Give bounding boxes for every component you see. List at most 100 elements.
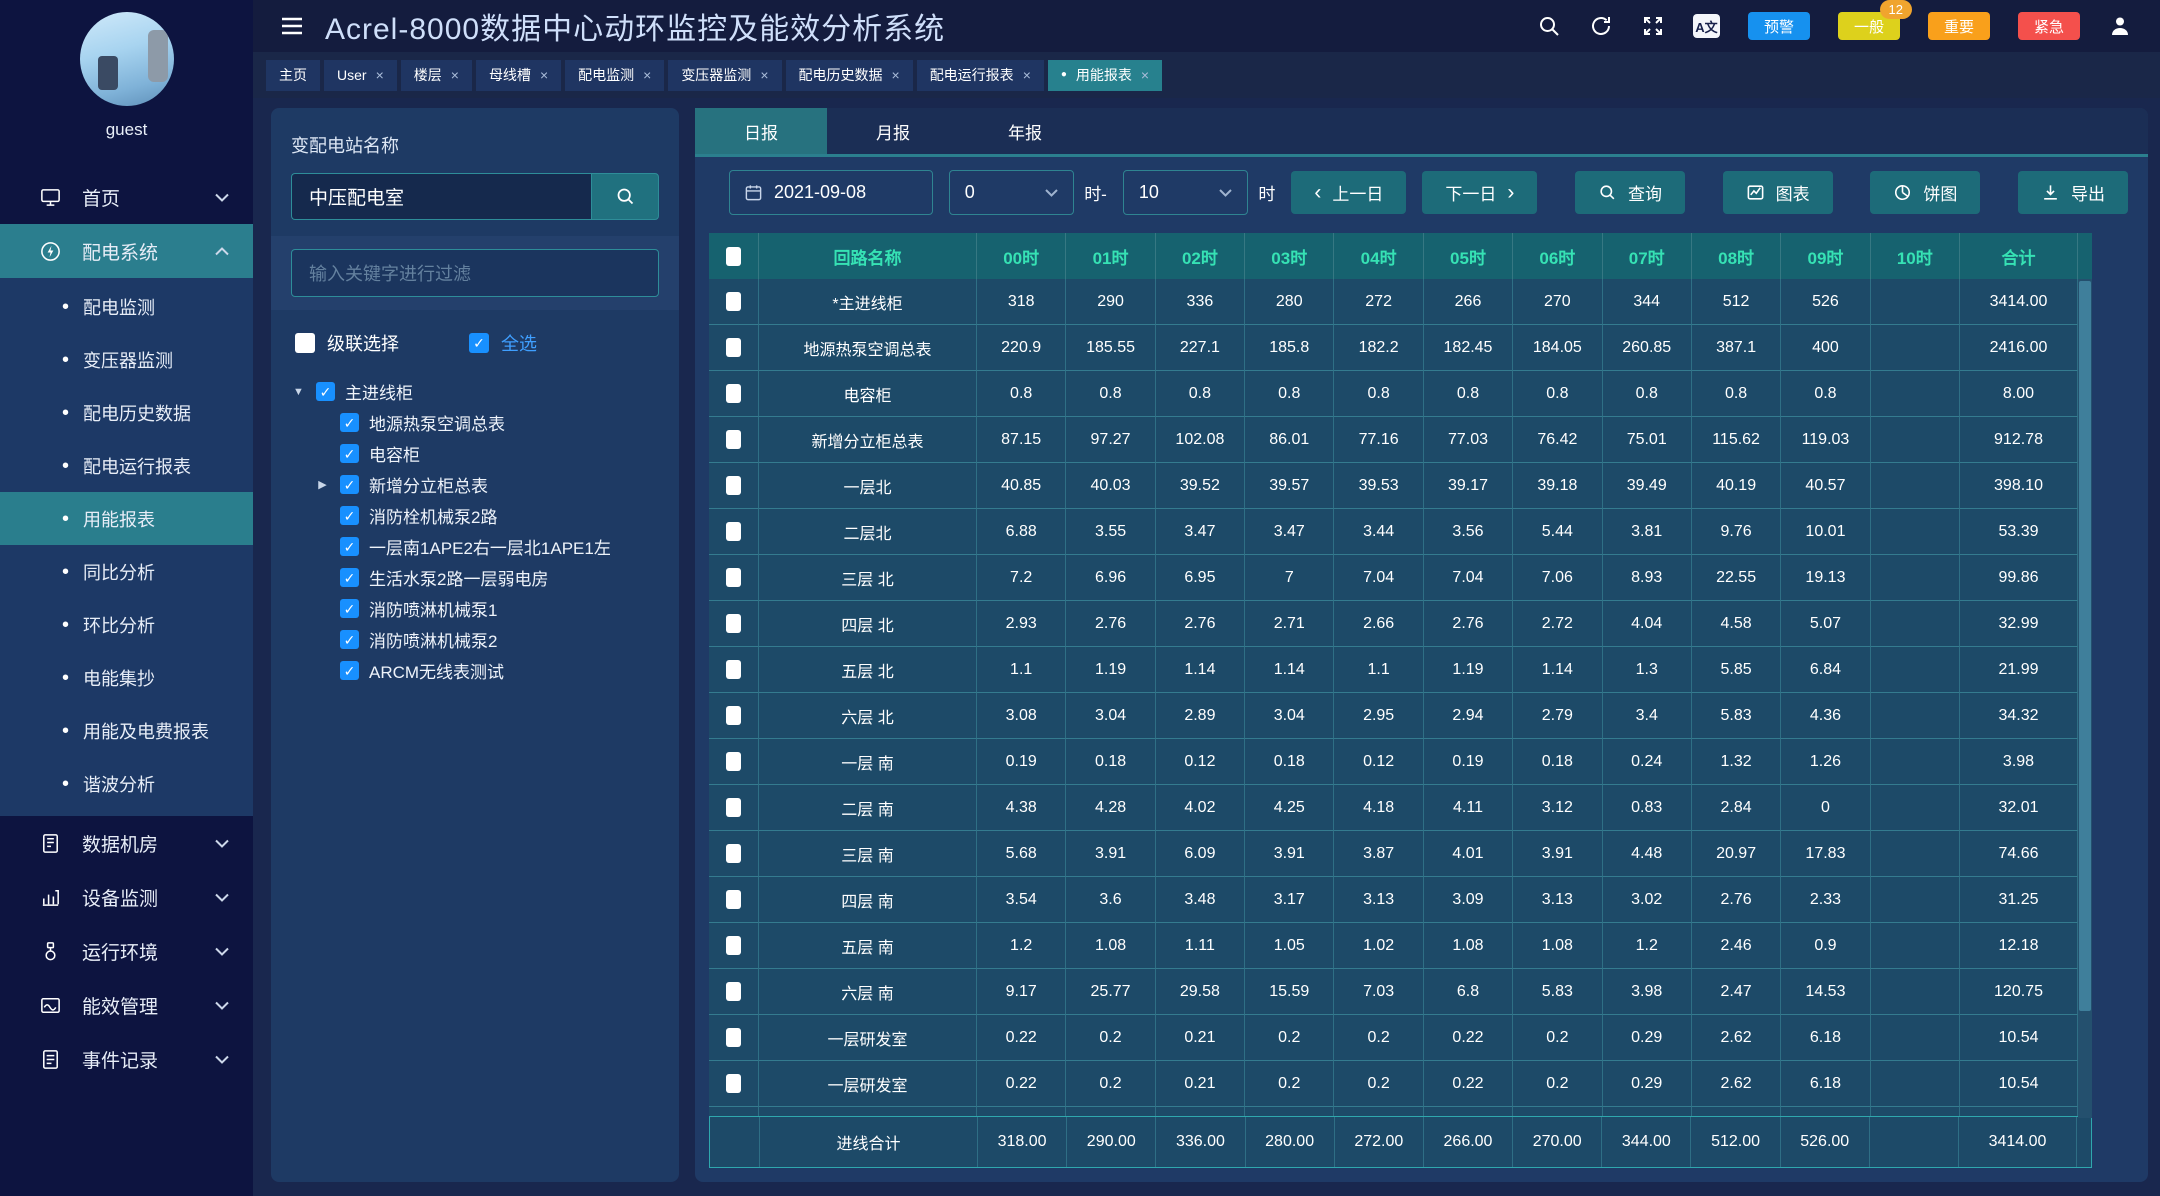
row-checkbox[interactable] [726,706,741,725]
close-icon[interactable]: × [1141,68,1149,82]
submenu-item-0[interactable]: •配电监测 [0,280,253,333]
submenu-item-9[interactable]: •谐波分析 [0,757,253,810]
tree-node-checkbox[interactable]: ✓ [340,661,359,680]
row-checkbox[interactable] [726,568,741,587]
alarm-button-预警[interactable]: 预警 [1748,12,1810,40]
close-icon[interactable]: × [643,68,651,82]
close-icon[interactable]: × [376,68,384,82]
workspace-tab-0[interactable]: 主页 [266,60,320,91]
submenu-item-7[interactable]: •电能集抄 [0,651,253,704]
sidebar-item-4[interactable]: 运行环境 [0,924,253,978]
refresh-icon[interactable] [1589,14,1613,38]
row-checkbox[interactable] [726,982,741,1001]
close-icon[interactable]: × [760,68,768,82]
pie-chart-button[interactable]: 饼图 [1870,171,1980,214]
fullscreen-icon[interactable] [1641,14,1665,38]
header-checkbox[interactable] [726,247,741,266]
submenu-item-4[interactable]: •用能报表 [0,492,253,545]
hamburger-menu-icon[interactable] [279,16,305,36]
row-checkbox[interactable] [726,430,741,449]
workspace-tab-6[interactable]: 配电历史数据× [786,60,913,91]
sidebar-item-3[interactable]: 设备监测 [0,870,253,924]
tree-node-5[interactable]: ✓生活水泵2路一层弱电房 [315,562,659,593]
next-day-button[interactable]: 下一日 › [1422,171,1537,214]
tree-node-checkbox[interactable]: ✓ [340,506,359,525]
close-icon[interactable]: × [540,68,548,82]
date-picker[interactable]: 2021-09-08 [729,170,933,215]
tree-node-checkbox[interactable]: ✓ [340,599,359,618]
row-checkbox[interactable] [726,338,741,357]
station-search-input[interactable]: 中压配电室 [291,173,591,220]
close-icon[interactable]: × [892,68,900,82]
submenu-item-3[interactable]: •配电运行报表 [0,439,253,492]
alarm-button-紧急[interactable]: 紧急 [2018,12,2080,40]
row-checkbox[interactable] [726,660,741,679]
report-tab-1[interactable]: 月报 [827,108,959,154]
submenu-item-2[interactable]: •配电历史数据 [0,386,253,439]
station-search-button[interactable] [591,173,659,220]
close-icon[interactable]: × [451,68,459,82]
tree-node-checkbox[interactable]: ✓ [340,475,359,494]
sidebar-item-2[interactable]: 数据机房 [0,816,253,870]
alarm-button-重要[interactable]: 重要 [1928,12,1990,40]
hour-end-select[interactable]: 10 [1123,170,1248,215]
workspace-tab-2[interactable]: 楼层× [401,60,472,91]
tree-node-checkbox[interactable]: ✓ [340,568,359,587]
workspace-tab-5[interactable]: 变压器监测× [668,60,781,91]
row-checkbox[interactable] [726,1074,741,1093]
workspace-tab-7[interactable]: 配电运行报表× [917,60,1044,91]
tree-node-checkbox[interactable]: ✓ [340,444,359,463]
tree-node-0[interactable]: ✓地源热泵空调总表 [315,407,659,438]
tree-root-node[interactable]: ▼ ✓ 主进线柜 [291,376,659,407]
select-all-checkbox[interactable]: ✓ [469,333,489,353]
tree-node-checkbox[interactable]: ✓ [340,537,359,556]
prev-day-button[interactable]: ‹ 上一日 [1291,171,1406,214]
row-checkbox[interactable] [726,844,741,863]
report-tab-2[interactable]: 年报 [959,108,1091,154]
workspace-tab-3[interactable]: 母线槽× [476,60,561,91]
row-checkbox[interactable] [726,476,741,495]
submenu-item-1[interactable]: •变压器监测 [0,333,253,386]
row-checkbox[interactable] [726,522,741,541]
caret-right-icon[interactable]: ▶ [315,478,330,491]
tree-node-checkbox[interactable]: ✓ [340,630,359,649]
tree-node-4[interactable]: ✓一层南1APE2右一层北1APE1左 [315,531,659,562]
tree-node-8[interactable]: ✓ARCM无线表测试 [315,655,659,686]
caret-down-icon[interactable]: ▼ [291,386,306,398]
tree-node-2[interactable]: ▶✓新增分立柜总表 [315,469,659,500]
submenu-item-5[interactable]: •同比分析 [0,545,253,598]
sidebar-item-6[interactable]: 事件记录 [0,1032,253,1086]
translate-icon[interactable]: A文 [1693,14,1720,38]
cascade-checkbox[interactable] [295,333,315,353]
sidebar-item-5[interactable]: 能效管理 [0,978,253,1032]
close-icon[interactable]: × [1023,68,1031,82]
search-icon[interactable] [1537,14,1561,38]
keyword-filter-input[interactable]: 输入关键字进行过滤 [291,249,659,297]
tree-node-6[interactable]: ✓消防喷淋机械泵1 [315,593,659,624]
tree-node-7[interactable]: ✓消防喷淋机械泵2 [315,624,659,655]
tree-node-1[interactable]: ✓电容柜 [315,438,659,469]
workspace-tab-8[interactable]: ●用能报表× [1048,60,1162,91]
workspace-tab-1[interactable]: User× [324,60,397,91]
row-checkbox[interactable] [726,614,741,633]
export-button[interactable]: 导出 [2018,171,2128,214]
tree-node-3[interactable]: ✓消防栓机械泵2路 [315,500,659,531]
row-checkbox[interactable] [726,936,741,955]
avatar[interactable] [80,12,174,106]
tree-root-checkbox[interactable]: ✓ [316,382,335,401]
tree-node-checkbox[interactable]: ✓ [340,413,359,432]
sidebar-item-1[interactable]: 配电系统 [0,224,253,278]
table-scrollbar[interactable] [2078,279,2092,1118]
hour-start-select[interactable]: 0 [949,170,1074,215]
sidebar-item-0[interactable]: 首页 [0,170,253,224]
row-checkbox[interactable] [726,292,741,311]
user-icon[interactable] [2108,14,2132,38]
submenu-item-6[interactable]: •环比分析 [0,598,253,651]
scrollbar-thumb[interactable] [2079,281,2091,1011]
workspace-tab-4[interactable]: 配电监测× [565,60,664,91]
alarm-button-一般[interactable]: 一般12 [1838,12,1900,40]
row-checkbox[interactable] [726,384,741,403]
row-checkbox[interactable] [726,752,741,771]
chart-button[interactable]: 图表 [1723,171,1833,214]
row-checkbox[interactable] [726,798,741,817]
